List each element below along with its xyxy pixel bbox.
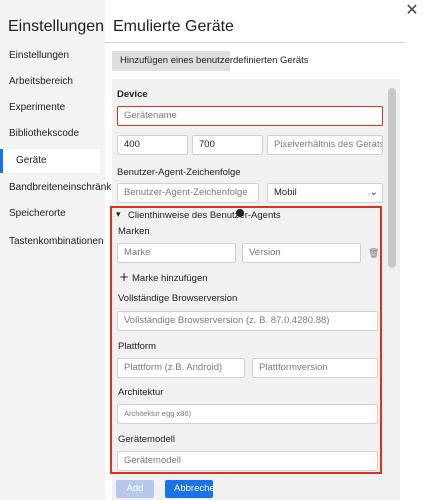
- brands-label: Marken: [118, 226, 150, 237]
- ua-type-value: Mobil: [274, 187, 297, 198]
- platform-input[interactable]: Plattform (z.B. Android): [117, 358, 245, 378]
- ua-label: Benutzer-Agent-Zeichenfolge: [117, 167, 241, 178]
- sidebar: Einstellungen Einstellungen Arbeitsberei…: [0, 0, 128, 500]
- chevron-down-icon: ⌄: [369, 187, 378, 198]
- sidebar-item-einstellungen[interactable]: Einstellungen: [0, 44, 100, 68]
- full-version-label: Vollständige Browserversion: [118, 293, 238, 304]
- sidebar-item-bibliothekscode[interactable]: Bibliothekscode: [0, 122, 100, 146]
- sidebar-item-tastenkombinationen[interactable]: Tastenkombinationen: [0, 230, 104, 254]
- cancel-button[interactable]: Abbrechen: [165, 480, 213, 498]
- sidebar-title: Einstellungen: [8, 18, 105, 35]
- add-brand-button[interactable]: Marke hinzufügen: [132, 273, 208, 284]
- architecture-input[interactable]: Architektur egg x86): [117, 404, 378, 424]
- page-title: Emulierte Geräte: [113, 18, 234, 35]
- ua-type-select[interactable]: Mobil ⌄: [267, 183, 383, 203]
- height-input[interactable]: 700: [192, 135, 263, 155]
- brand-input[interactable]: Marke: [117, 243, 236, 263]
- sidebar-item-geraete[interactable]: Geräte: [0, 149, 100, 173]
- pixel-ratio-input[interactable]: Pixelverhältnis des Geräts: [267, 135, 383, 155]
- close-icon[interactable]: ✕: [404, 2, 420, 18]
- sidebar-item-arbeitsbereich[interactable]: Arbeitsbereich: [0, 70, 100, 94]
- model-label: Gerätemodell: [118, 434, 176, 445]
- platform-version-input[interactable]: Plattformversion: [252, 358, 378, 378]
- width-input[interactable]: 400: [117, 135, 188, 155]
- device-section-title: Device: [117, 89, 148, 100]
- architecture-label: Architektur: [118, 387, 164, 398]
- client-hints-toggle[interactable]: Clienthinweise des Benutzer-Agents: [128, 210, 281, 221]
- plus-icon[interactable]: +: [119, 270, 129, 284]
- device-name-input[interactable]: Gerätename: [117, 106, 383, 126]
- version-input[interactable]: Version: [242, 243, 361, 263]
- add-button[interactable]: Add: [116, 480, 154, 498]
- info-icon[interactable]: [236, 209, 244, 217]
- sidebar-item-experimente[interactable]: Experimente: [0, 96, 100, 120]
- sidebar-item-bandbreiteneinschraenkung[interactable]: Bandbreiteneinschränkung: [0, 176, 128, 200]
- trash-icon[interactable]: 🗑: [368, 249, 379, 259]
- ua-input[interactable]: Benutzer-Agent-Zeichenfolge: [117, 183, 259, 203]
- full-version-input[interactable]: Vollständige Browserversion (z. B. 87.0.…: [117, 311, 378, 331]
- sidebar-item-speicherorte[interactable]: Speicherorte: [0, 202, 100, 226]
- model-input[interactable]: Gerätemodell: [117, 451, 378, 471]
- scrollbar-thumb[interactable]: [388, 88, 396, 268]
- add-custom-device-button[interactable]: Hinzufügen eines benutzerdefinierten Ger…: [112, 51, 309, 71]
- divider: [105, 42, 405, 43]
- collapse-triangle-icon[interactable]: ▾: [116, 210, 121, 220]
- platform-label: Plattform: [118, 341, 157, 352]
